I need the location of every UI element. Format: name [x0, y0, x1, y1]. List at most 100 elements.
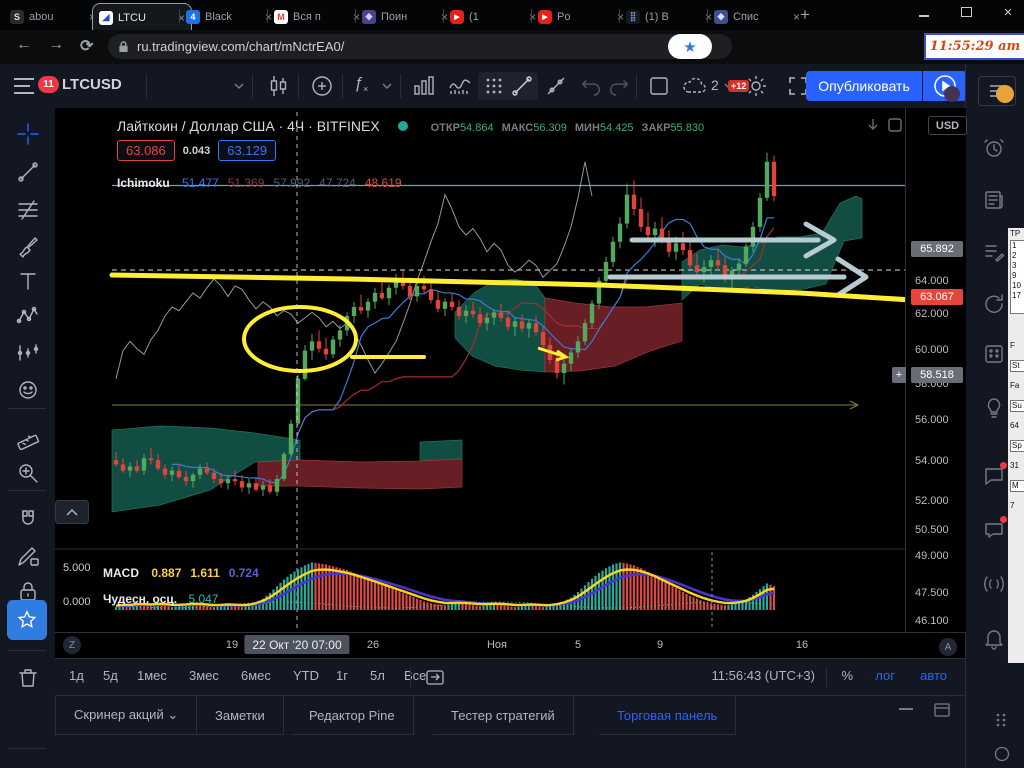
indicators-button[interactable]: ƒ× [354, 75, 368, 94]
go-to-date-icon[interactable] [425, 668, 445, 686]
back-icon[interactable]: ← [16, 36, 32, 54]
dialog-listbox[interactable]: 1 2 3 9 10 17 [1010, 240, 1024, 314]
dialog-field[interactable]: 64 [1010, 421, 1024, 431]
macd-legend[interactable]: MACD 0.887 1.611 0.724 [103, 566, 259, 580]
redo-icon[interactable] [608, 76, 630, 96]
new-tab-button[interactable]: + [800, 5, 810, 25]
dialog-list-item[interactable]: 2 [1012, 251, 1024, 261]
range-3мес[interactable]: 3мес [189, 668, 219, 683]
templates-icon[interactable] [412, 74, 436, 98]
ichimoku-legend[interactable]: Ichimoku 51.477 51.369 57.992 47.724 48.619 [117, 176, 402, 190]
browser-tab-1[interactable]: Sabou× [4, 3, 102, 30]
maximize-pane-icon[interactable] [887, 117, 903, 133]
bookmark-pill[interactable]: ★ [668, 34, 712, 59]
dialog-field[interactable]: St [1010, 360, 1024, 372]
currency-button[interactable]: USD [928, 116, 967, 135]
browser-tab-4[interactable]: M Вся п × [268, 3, 366, 30]
dialog-field[interactable]: M [1010, 480, 1024, 492]
alert-wave-icon[interactable] [448, 74, 472, 98]
range-YTD[interactable]: YTD [293, 668, 319, 683]
tool-fib-icon[interactable] [14, 196, 42, 224]
sidebar-message-icon[interactable] [982, 516, 1010, 546]
tool-ruler-icon[interactable] [14, 424, 42, 452]
range-1мес[interactable]: 1мес [137, 668, 167, 683]
indicators-chevron-icon[interactable] [382, 82, 392, 90]
add-alert-plus-button[interactable]: + [892, 367, 906, 383]
panel-tab-Тестер стратегий[interactable]: Тестер стратегий [433, 696, 574, 735]
tool-brush-icon[interactable] [14, 232, 42, 260]
profile-avatar[interactable] [944, 86, 960, 102]
sidebar-news-icon[interactable] [982, 188, 1010, 216]
tool-forecast-icon[interactable] [14, 339, 42, 367]
dialog-field[interactable]: Fa [1010, 381, 1024, 391]
compare-icon[interactable] [310, 74, 334, 98]
dialog-list-item[interactable]: 10 [1012, 281, 1024, 291]
publish-button[interactable]: Опубликовать [806, 71, 922, 101]
dialog-field[interactable]: F [1010, 341, 1024, 351]
help-circle-icon[interactable] [994, 746, 1010, 762]
candle-style-icon[interactable] [266, 74, 290, 98]
layout-rect-icon[interactable] [648, 75, 670, 97]
dialog-list-item[interactable]: 9 [1012, 271, 1024, 281]
tool-trash-icon[interactable] [14, 664, 42, 692]
browser-tab-6[interactable]: ▶ (1 × [444, 3, 542, 30]
clock-label[interactable]: 11:56:43 (UTC+3) [712, 668, 815, 683]
minimize-button[interactable] [914, 6, 934, 20]
panel-tab-Редактор Pine[interactable]: Редактор Pine [291, 696, 414, 735]
price-axis[interactable]: USD 64.000 62.000 60.000 58.000 56.000 54.000… [892, 108, 967, 714]
time-axis[interactable]: Z A 19 26 Ноя 5 9 16 22 Окт '20 07:00 [55, 632, 965, 659]
tool-pencil-lock-icon[interactable] [14, 542, 42, 570]
percent-toggle[interactable]: % [841, 668, 853, 683]
panel-minimize-icon[interactable] [899, 708, 913, 710]
sidebar-bell-icon[interactable] [982, 626, 1010, 654]
range-5л[interactable]: 5л [370, 668, 385, 683]
forward-icon[interactable]: → [48, 36, 64, 54]
main-menu-button[interactable]: 11 [12, 75, 59, 97]
ray-tool-icon[interactable] [544, 74, 568, 98]
sidebar-stream-icon[interactable] [982, 572, 1010, 600]
range-5д[interactable]: 5д [103, 668, 118, 683]
undo-icon[interactable] [580, 76, 602, 96]
browser-tab-3[interactable]: 4 Black × [180, 3, 278, 30]
close-button[interactable]: × [998, 4, 1018, 21]
tool-zoom-icon[interactable] [14, 459, 42, 487]
symbol-button[interactable]: LTCUSD [62, 76, 122, 93]
interval-chevron-icon[interactable] [234, 82, 244, 90]
panel-tab-Торговая панель[interactable]: Торговая панель [599, 696, 737, 735]
tab-close-icon[interactable]: × [793, 10, 800, 24]
url-bar[interactable]: ru.tradingview.com/chart/mNctrEA0/ [108, 34, 732, 59]
symbol-title[interactable]: Лайткоин / Доллар США · 4Ч · BITFINEX [117, 118, 380, 134]
panel-tab-Скринер акций[interactable]: Скринер акций ⌄ [55, 696, 198, 735]
sidebar-alarm-icon[interactable] [982, 136, 1010, 164]
ao-legend[interactable]: Чудесн. осц. 5.047 [103, 592, 218, 606]
bid-price[interactable]: 63.086 [117, 140, 175, 161]
sidebar-chat-icon[interactable] [982, 462, 1010, 492]
log-toggle[interactable]: лог [875, 668, 895, 683]
range-1г[interactable]: 1г [336, 668, 348, 683]
browser-tab-2[interactable]: ◢ LTCU × [92, 3, 192, 31]
dialog-field[interactable]: Su [1010, 400, 1024, 412]
tool-text-icon[interactable] [14, 267, 42, 295]
sidebar-bulb-icon[interactable] [982, 396, 1010, 424]
dialog-field[interactable]: Sp [1010, 440, 1024, 452]
tool-crosshair-icon[interactable] [14, 120, 42, 148]
dialog-field[interactable]: 7 [1010, 501, 1024, 511]
chart-area[interactable]: Лайткоин / Доллар США · 4Ч · BITFINEX ОТ… [55, 108, 905, 632]
adjust-button[interactable]: A [939, 638, 957, 656]
reload-icon[interactable]: ⟳ [80, 36, 93, 56]
tool-pattern-icon[interactable] [14, 303, 42, 331]
external-dialog-sliver[interactable]: TP 1 2 3 9 10 17 F St Fa Su 64 Sp 31 M 7 [1007, 228, 1024, 663]
sidebar-keypad-icon[interactable] [982, 342, 1010, 370]
auto-toggle[interactable]: авто [920, 668, 947, 683]
dialog-list-item[interactable]: 1 [1012, 241, 1024, 251]
grid-dots-icon[interactable] [484, 76, 504, 96]
sidebar-refresh-icon[interactable] [982, 292, 1010, 320]
trend-ray-icon[interactable] [510, 74, 534, 98]
dialog-list-item[interactable]: 3 [1012, 261, 1024, 271]
maximize-button[interactable] [956, 6, 976, 20]
scroll-to-recent-icon[interactable] [865, 117, 881, 133]
tool-magnet-icon[interactable] [14, 506, 42, 534]
extension-orange-icon[interactable] [996, 85, 1014, 103]
tool-trendline-icon[interactable] [14, 158, 42, 186]
dialog-list-item[interactable]: 17 [1012, 291, 1024, 301]
